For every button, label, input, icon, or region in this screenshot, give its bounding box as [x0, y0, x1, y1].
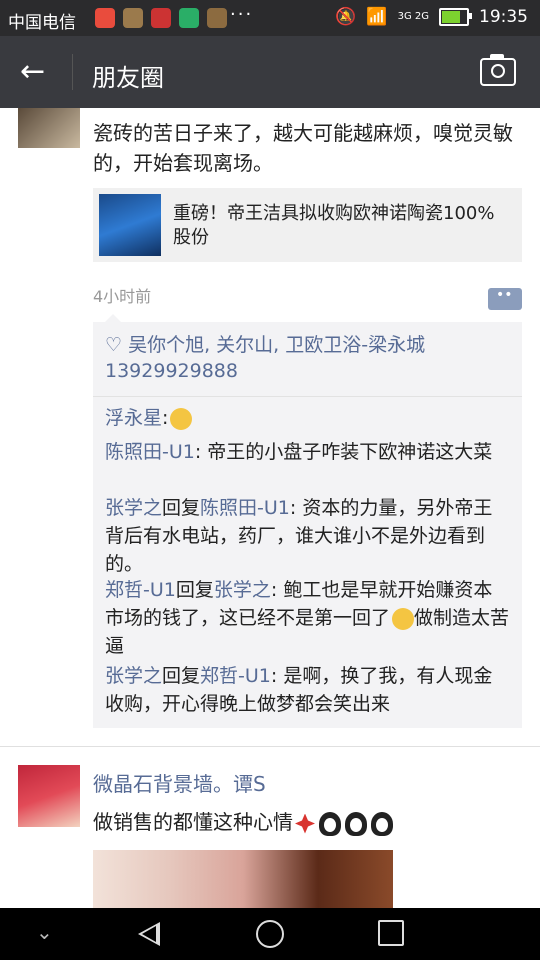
status-bar: 中国电信 ··· 🔕 📶 3G 2G 19:35	[0, 0, 540, 36]
camera-icon[interactable]	[480, 54, 516, 86]
nav-back-icon[interactable]	[138, 922, 160, 946]
post2-text-content: 做销售的都懂这种心情	[93, 810, 293, 834]
wechat-icon	[179, 8, 199, 28]
browser-icon	[95, 8, 115, 28]
comment-text: :	[162, 407, 169, 429]
chevron-down-icon[interactable]: ⌄	[36, 920, 53, 944]
post2-photo[interactable]	[93, 850, 393, 908]
gallery-icon	[207, 8, 227, 28]
puzzled-face-emoji-icon	[170, 407, 193, 430]
system-nav-bar: ⌄	[0, 908, 540, 960]
reply-word: 回复	[162, 497, 201, 519]
title-divider	[72, 54, 73, 90]
comment-item[interactable]: 浮永星:	[105, 404, 510, 432]
reply-target[interactable]: 张学之	[214, 579, 271, 601]
anger-symbol-emoji-icon	[295, 813, 315, 834]
link-title: 重磅！帝王洁具拟收购欧神诺陶瓷100%股份	[173, 203, 495, 248]
post1-timestamp: 4小时前	[93, 287, 152, 306]
comment-text: : 帝王的小盘子咋装下欧神诺这大菜	[194, 441, 493, 463]
more-notifications: ···	[230, 4, 254, 25]
post1-comments: ♡ 吴你个旭, 关尔山, 卫欧卫浴-梁永城 13929929888 浮永星: 陈…	[93, 314, 522, 728]
comment-author[interactable]: 张学之	[105, 665, 162, 687]
clock: 19:35	[479, 7, 528, 27]
post2-author[interactable]: 微晶石背景墙。谭S	[93, 768, 266, 797]
penguin-emoji-icon	[345, 811, 367, 836]
penguin-emoji-icon	[319, 811, 341, 836]
comment-menu-button[interactable]	[488, 287, 522, 310]
reply-target[interactable]: 郑哲-U1	[200, 665, 271, 687]
post2-avatar[interactable]	[18, 765, 80, 827]
page-title: 朋友圈	[92, 64, 164, 92]
post2-text: 做销售的都懂这种心情	[93, 806, 393, 836]
post1-link-card[interactable]: 重磅！帝王洁具拟收购欧神诺陶瓷100%股份	[93, 188, 522, 262]
comment-author[interactable]: 张学之	[105, 497, 162, 519]
carrier-label: 中国电信	[8, 13, 76, 33]
network-label: 3G 2G	[397, 11, 429, 22]
stock-chart-thumbnail	[99, 194, 161, 256]
post1-text: 瓷砖的苦日子来了，越大可能越麻烦，嗅觉灵敏的，开始套现离场。	[93, 121, 513, 175]
mask-icon	[151, 8, 171, 28]
comment-item[interactable]: 张学之回复陈照田-U1: 资本的力量，另外帝王背后有水电站，药厂，谁大谁小不是外…	[105, 494, 510, 578]
comment-item[interactable]: 张学之回复郑哲-U1: 是啊，换了我，有人现金收购，开心得晚上做梦都会笑出来	[105, 662, 510, 718]
reply-word: 回复	[175, 579, 214, 601]
likes-list[interactable]: ♡ 吴你个旭, 关尔山, 卫欧卫浴-梁永城 13929929888	[105, 332, 505, 384]
reply-word: 回复	[162, 665, 201, 687]
penguin-emoji-icon	[371, 811, 393, 836]
reply-target[interactable]: 陈照田-U1	[200, 497, 290, 519]
title-bar: ← 朋友圈	[0, 36, 540, 108]
post1-avatar[interactable]	[18, 108, 80, 148]
likes-divider	[93, 396, 522, 397]
comment-author[interactable]: 陈照田-U1	[105, 441, 195, 463]
comment-item[interactable]: 陈照田-U1: 帝王的小盘子咋装下欧神诺这大菜	[105, 438, 510, 466]
nav-home-icon[interactable]	[256, 920, 284, 948]
wifi-icon: 📶	[366, 7, 388, 27]
mute-icon: 🔕	[335, 7, 357, 27]
back-arrow-icon[interactable]: ←	[20, 54, 45, 90]
comment-author[interactable]: 浮永星	[105, 407, 162, 429]
status-right: 🔕 📶 3G 2G 19:35	[335, 7, 528, 27]
nav-recent-apps-icon[interactable]	[378, 920, 404, 946]
grinning-face-emoji-icon	[392, 607, 415, 630]
battery-icon	[439, 8, 472, 26]
comment-author[interactable]: 郑哲-U1	[105, 579, 176, 601]
box-icon	[123, 8, 143, 28]
moments-feed[interactable]: 瓷砖的苦日子来了，越大可能越麻烦，嗅觉灵敏的，开始套现离场。 重磅！帝王洁具拟收…	[0, 108, 540, 908]
comment-item[interactable]: 郑哲-U1回复张学之: 鲍工也是早就开始赚资本市场的钱了，这已经不是第一回了 做制…	[105, 576, 510, 660]
notification-icons	[95, 8, 227, 28]
post-divider	[0, 746, 540, 747]
